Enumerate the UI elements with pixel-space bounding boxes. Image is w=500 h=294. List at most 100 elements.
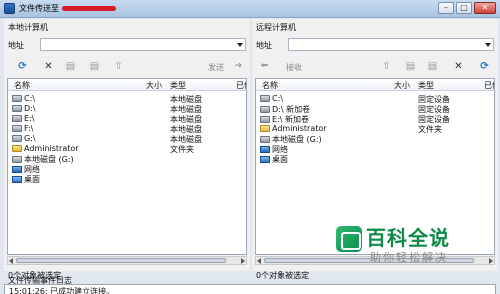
remote-toolbar: ⬅ 接收 ⇧ ▤ ▤ ✕ ⟳ <box>256 60 496 75</box>
copy-icon[interactable]: ▤ <box>64 60 77 73</box>
drive-icon <box>12 115 22 122</box>
item-name: C:\ <box>24 94 35 103</box>
local-toolbar: ⟳ ✕ ▤ ▤ ⇧ 发送 ➜ <box>8 60 248 75</box>
item-name: G:\ <box>24 134 36 143</box>
title-bar: 文件传送至 – □ ✕ <box>0 0 500 18</box>
list-item[interactable]: 网络 <box>12 164 244 174</box>
item-name: Administrator <box>272 124 327 133</box>
scroll-thumb[interactable] <box>16 258 226 263</box>
column-name[interactable]: 名称 <box>14 80 30 91</box>
list-item[interactable]: D:\ 本地磁盘 <box>12 104 244 114</box>
up-folder-icon[interactable]: ⇧ <box>112 60 125 73</box>
column-headers: 名称 大小 类型 已修 <box>8 79 246 91</box>
scroll-left-icon[interactable] <box>257 258 261 264</box>
item-name: C:\ <box>272 94 283 103</box>
list-item[interactable]: C:\ 本地磁盘 <box>12 94 244 104</box>
drive-icon <box>260 106 270 113</box>
item-name: D:\ <box>24 104 36 113</box>
list-item[interactable]: 桌面 <box>260 154 492 164</box>
local-file-list[interactable]: 名称 大小 类型 已修 C:\本地磁盘D:\本地磁盘E:\本地磁盘F:\本地磁盘… <box>7 78 247 255</box>
address-label: 地址 <box>8 41 24 50</box>
item-name: 桌面 <box>272 155 288 164</box>
list-item[interactable]: Administrator 文件夹 <box>12 144 244 154</box>
send-arrow-icon[interactable]: ➜ <box>232 60 245 73</box>
column-size[interactable]: 大小 <box>146 80 162 91</box>
app-icon <box>4 3 15 14</box>
list-item[interactable]: E:\ 新加卷 固定设备 <box>260 114 492 124</box>
list-item[interactable]: 网络 <box>260 144 492 154</box>
local-address-combobox[interactable] <box>40 38 246 51</box>
desktop-icon <box>260 156 270 163</box>
item-name: F:\ <box>24 124 34 133</box>
list-item[interactable]: 桌面 <box>12 174 244 184</box>
receive-button[interactable]: 接收 <box>286 62 302 73</box>
up-folder-icon[interactable]: ⇧ <box>380 60 393 73</box>
address-label: 地址 <box>256 41 272 50</box>
list-item[interactable]: Administrator 文件夹 <box>260 124 492 134</box>
window-controls: – □ ✕ <box>438 2 496 14</box>
horizontal-scrollbar[interactable] <box>7 256 247 265</box>
network-icon <box>12 166 22 173</box>
event-log[interactable]: 15:01:26: 已成功建立连接。 <box>4 284 496 294</box>
refresh-icon[interactable]: ⟳ <box>478 60 491 73</box>
network-icon <box>260 146 270 153</box>
column-modified[interactable]: 已修 <box>484 80 494 91</box>
column-headers: 名称 大小 类型 已修 <box>256 79 494 91</box>
receive-arrow-icon[interactable]: ⬅ <box>258 60 271 73</box>
list-item[interactable]: G:\ 本地磁盘 <box>12 134 244 144</box>
send-button[interactable]: 发送 <box>208 62 224 73</box>
drive-icon <box>12 95 22 102</box>
drive-icon <box>12 156 22 163</box>
list-item[interactable]: E:\ 本地磁盘 <box>12 114 244 124</box>
drive-icon <box>12 135 22 142</box>
list-item[interactable]: 本地磁盘 (G:) <box>260 134 492 144</box>
close-button[interactable]: ✕ <box>474 2 496 14</box>
column-size[interactable]: 大小 <box>394 80 410 91</box>
drive-icon <box>260 95 270 102</box>
redacted-mark <box>62 6 116 11</box>
paste-icon[interactable]: ▤ <box>88 60 101 73</box>
watermark-subtitle: 助你轻松解决 <box>370 251 448 264</box>
local-computer-title: 本地计算机 <box>8 23 48 32</box>
folder-icon <box>260 125 270 132</box>
remote-computer-title: 远程计算机 <box>256 23 296 32</box>
scroll-left-icon[interactable] <box>9 258 13 264</box>
scroll-right-icon[interactable] <box>241 258 245 264</box>
drive-icon <box>260 116 270 123</box>
window-title-text: 文件传送至 <box>19 4 59 13</box>
column-name[interactable]: 名称 <box>262 80 278 91</box>
chevron-down-icon[interactable] <box>485 43 491 47</box>
refresh-icon[interactable]: ⟳ <box>16 60 29 73</box>
item-name: 桌面 <box>24 175 40 184</box>
desktop-icon <box>12 176 22 183</box>
drive-icon <box>260 136 270 143</box>
delete-icon[interactable]: ✕ <box>452 60 465 73</box>
column-modified[interactable]: 已修 <box>236 80 246 91</box>
minimize-button[interactable]: – <box>438 2 454 14</box>
window-title: 文件传送至 <box>19 3 116 14</box>
watermark: 百科全说 助你轻松解决 <box>336 222 486 272</box>
item-name: Administrator <box>24 144 79 153</box>
list-item[interactable]: F:\ 本地磁盘 <box>12 124 244 134</box>
column-type[interactable]: 类型 <box>418 80 434 91</box>
watermark-logo-icon <box>336 226 362 252</box>
column-type[interactable]: 类型 <box>170 80 186 91</box>
local-computer-pane: 本地计算机 地址 ⟳ ✕ ▤ ▤ ⇧ 发送 ➜ 名称 大小 类型 已修 C:\本… <box>4 19 250 280</box>
log-line: 15:01:26: 已成功建立连接。 <box>9 287 115 294</box>
item-name: E:\ <box>24 114 35 123</box>
drive-icon <box>12 125 22 132</box>
remote-address-combobox[interactable] <box>288 38 494 51</box>
list-item[interactable]: C:\ 固定设备 <box>260 94 492 104</box>
chevron-down-icon[interactable] <box>237 43 243 47</box>
delete-icon[interactable]: ✕ <box>42 60 55 73</box>
maximize-button[interactable]: □ <box>456 2 472 14</box>
list-item[interactable]: 本地磁盘 (G:) <box>12 154 244 164</box>
folder-icon <box>12 145 22 152</box>
list-item[interactable]: D:\ 新加卷 固定设备 <box>260 104 492 114</box>
paste-icon[interactable]: ▤ <box>426 60 439 73</box>
watermark-title: 百科全说 <box>366 226 450 250</box>
remote-status: 0个对象被选定 <box>256 271 310 280</box>
scroll-right-icon[interactable] <box>489 258 493 264</box>
copy-icon[interactable]: ▤ <box>404 60 417 73</box>
drive-icon <box>12 105 22 112</box>
